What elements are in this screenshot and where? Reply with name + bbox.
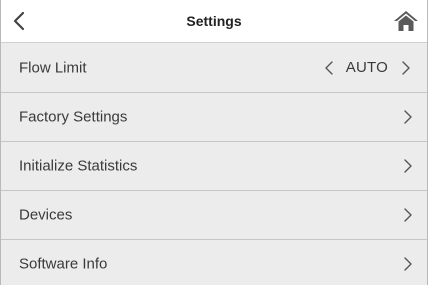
home-button[interactable] bbox=[391, 8, 421, 34]
list-item-label: Flow Limit bbox=[19, 59, 87, 76]
list-item-label: Initialize Statistics bbox=[19, 157, 138, 175]
chevron-right-icon bbox=[404, 110, 412, 124]
flow-limit-value: AUTO bbox=[345, 59, 388, 76]
list-item-initialize-statistics[interactable]: Initialize Statistics bbox=[1, 142, 427, 191]
list-item-label: Factory Settings bbox=[19, 108, 128, 126]
chevron-right-icon bbox=[404, 257, 412, 271]
flow-limit-prev-button[interactable] bbox=[320, 58, 338, 78]
header-bar: Settings bbox=[1, 0, 427, 43]
home-icon bbox=[394, 11, 418, 31]
settings-screen: Settings Flow Limit AUTO Factory Setting… bbox=[0, 0, 428, 285]
chevron-right-icon bbox=[402, 60, 410, 75]
flow-limit-next-button[interactable] bbox=[397, 58, 415, 78]
list-item-label: Devices bbox=[19, 206, 73, 224]
chevron-right-icon bbox=[404, 159, 412, 173]
page-title: Settings bbox=[186, 13, 242, 29]
list-item-software-info[interactable]: Software Info bbox=[1, 240, 427, 285]
list-item-factory-settings[interactable]: Factory Settings bbox=[1, 93, 427, 142]
chevron-left-icon bbox=[325, 60, 333, 75]
list-item-label: Software Info bbox=[19, 255, 108, 273]
list-item-devices[interactable]: Devices bbox=[1, 191, 427, 240]
list-item-flow-limit: Flow Limit AUTO bbox=[1, 43, 427, 93]
flow-limit-selector: AUTO bbox=[320, 58, 415, 78]
settings-list: Flow Limit AUTO Factory Settings Initial… bbox=[1, 43, 427, 285]
chevron-right-icon bbox=[404, 208, 412, 222]
